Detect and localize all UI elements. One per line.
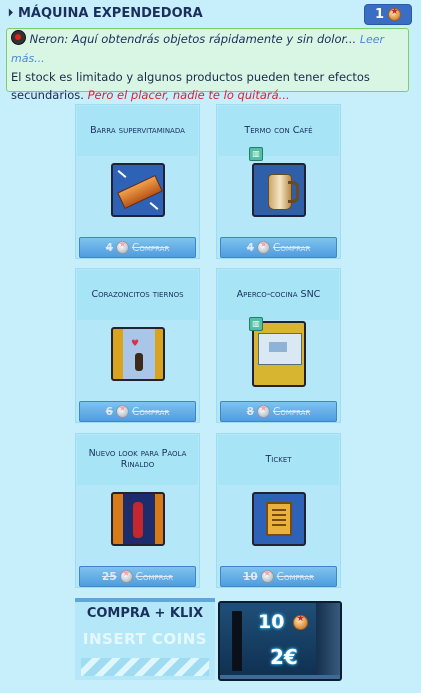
offer-amount: 10 [258,611,285,633]
product-price: 8 [246,405,254,418]
klix-banner: COMPRA + KLIX INSERT COINS [75,598,215,680]
product-name: Nuevo look para Paola Rinaldo [88,448,187,470]
product-price: 4 [105,241,113,254]
card-tag-icon: ▥ [249,147,263,161]
product-name: Corazoncitos tiernos [91,288,184,300]
coin-icon [115,404,129,418]
product-price: 6 [105,405,113,418]
buy-label: Comprar [272,241,311,254]
klix-offer-button[interactable]: 10 2€ [218,601,342,681]
npc-speaker: Neron: [29,32,69,46]
coffee-thermos-icon[interactable] [252,163,306,217]
buy-label: Comprar [131,241,170,254]
product-price: 25 [102,570,117,583]
page-title: MÁQUINA EXPENDEDORA [18,6,203,21]
product-name: Barra supervitaminada [90,124,185,136]
buy-label: Comprar [135,570,173,583]
buy-button[interactable]: 8 Comprar [220,401,337,422]
buy-button[interactable]: 25 Comprar [79,566,196,587]
coin-icon [256,404,270,418]
klix-title: COMPRA + KLIX [86,606,204,621]
buy-button[interactable]: 4 Comprar [220,237,337,258]
npc-message-box: Neron: Aquí obtendrás objetos rápidament… [6,28,409,102]
product-price: 4 [246,241,254,254]
coin-icon [119,569,133,583]
coin-icon [293,614,308,630]
buy-label: Comprar [276,570,314,583]
paola-look-icon[interactable] [111,492,165,546]
product-name: Ticket [265,453,292,465]
card-tag-icon: ▥ [249,317,263,331]
product-card: Termo con Café ▥ 4 Comprar [216,104,341,259]
buy-label: Comprar [272,405,311,418]
product-card: Corazoncitos tiernos ♥ 6 Comprar [75,268,200,423]
product-name: Aperco-cocina SNC [236,288,321,300]
coin-balance-badge[interactable]: 1 [364,4,412,25]
buy-button[interactable]: 10 Comprar [220,566,337,587]
coin-icon [115,240,129,254]
info-red-text: Pero el placer, nadie te lo quitará... [87,88,290,102]
robot-icon [11,30,26,45]
product-name: Termo con Café [244,124,313,136]
offer-price: 2€ [270,645,298,669]
product-price: 10 [243,570,258,583]
npc-quote: Aquí obtendrás objetos rápidamente y sin… [71,32,357,46]
product-card: Ticket 10 Comprar [216,433,341,588]
buy-label: Comprar [131,405,170,418]
energy-bar-icon[interactable] [111,163,165,217]
coin-balance: 1 [374,7,385,22]
coin-icon [388,7,402,21]
play-arrow-icon: ⏵ [8,8,13,19]
page-header: ⏵ MÁQUINA EXPENDEDORA 1 [0,0,421,28]
product-card: Nuevo look para Paola Rinaldo 25 Comprar [75,433,200,588]
buy-button[interactable]: 4 Comprar [79,237,196,258]
coin-icon [260,569,274,583]
product-card: Aperco-cocina SNC ▥ 8 Comprar [216,268,341,423]
insert-coins-label: INSERT COINS [82,630,208,648]
banner-stripes [81,658,209,676]
coin-icon [256,240,270,254]
ticket-icon[interactable] [252,492,306,546]
coin-slot-icon [232,611,242,671]
product-card: Barra supervitaminada 4 Comprar [75,104,200,259]
buy-button[interactable]: 6 Comprar [79,401,196,422]
hearts-look-icon[interactable]: ♥ [111,327,165,381]
